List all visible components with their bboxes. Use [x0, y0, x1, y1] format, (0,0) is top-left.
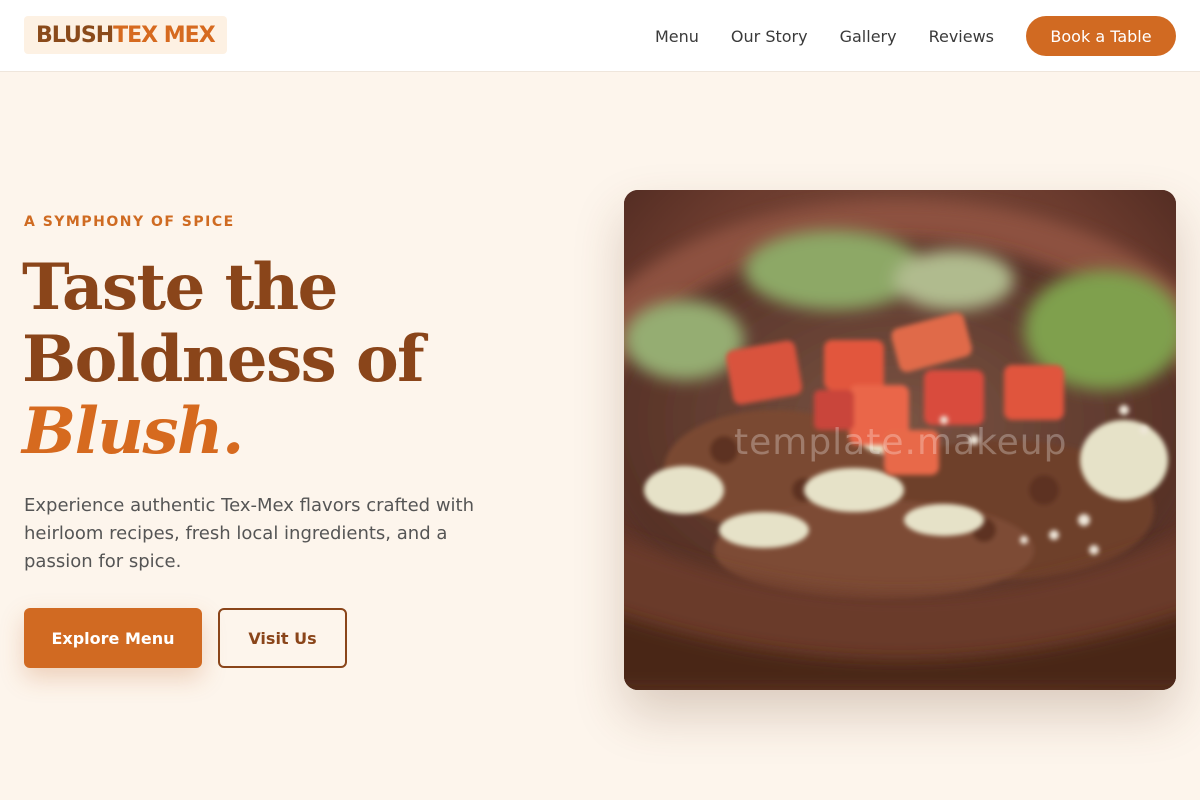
headline-line-1: Taste the [22, 250, 338, 325]
book-table-button[interactable]: Book a Table [1026, 16, 1176, 56]
explore-menu-button[interactable]: Explore Menu [24, 608, 202, 668]
top-navbar: BLUSH TEX MEX Menu Our Story Gallery Rev… [0, 0, 1200, 72]
hero-description: Experience authentic Tex-Mex flavors cra… [24, 495, 475, 572]
visit-us-button[interactable]: Visit Us [218, 608, 347, 668]
nav-link-menu[interactable]: Menu [655, 27, 699, 46]
nav-link-our-story[interactable]: Our Story [731, 27, 808, 46]
hero-eyebrow: A SYMPHONY OF SPICE [24, 214, 235, 230]
brand-name-primary: BLUSH [36, 22, 114, 48]
headline-accent: Blush. [22, 394, 244, 469]
nav-link-gallery[interactable]: Gallery [840, 27, 897, 46]
nav-link-reviews[interactable]: Reviews [929, 27, 994, 46]
hero-headline: Taste the Boldness of Blush. [22, 252, 582, 468]
brand-name-accent: TEX MEX [113, 22, 216, 48]
main-nav: Menu Our Story Gallery Reviews [655, 0, 994, 72]
headline-line-2: Boldness of [22, 322, 425, 397]
food-bowl-photo-icon [624, 190, 1176, 690]
brand-logo[interactable]: BLUSH TEX MEX [24, 16, 227, 54]
hero-food-image: template.makeup [624, 190, 1176, 690]
